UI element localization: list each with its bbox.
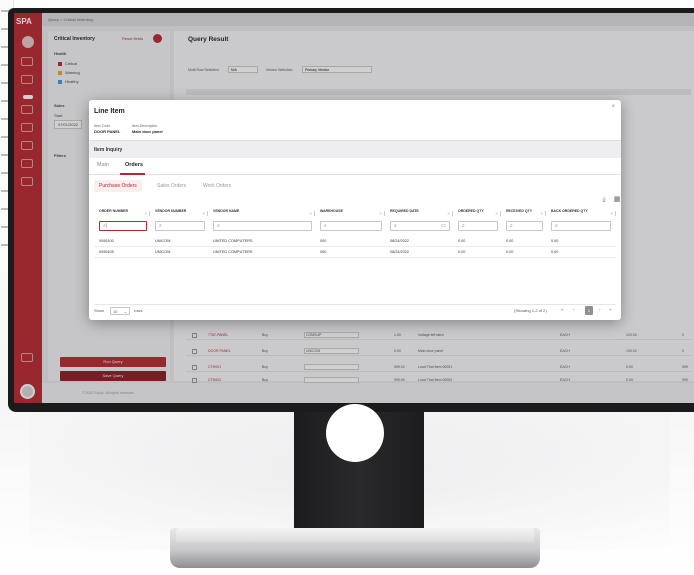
prev-page-icon[interactable]: ‹	[573, 307, 575, 312]
filter-icon[interactable]: ≡	[611, 211, 613, 216]
vendor-number: UNICOM	[155, 239, 171, 243]
back-ordered-qty-filter-input[interactable]: ⌕	[551, 221, 611, 231]
close-icon[interactable]: ×	[611, 104, 615, 110]
warehouse: 000	[320, 239, 327, 243]
columns-icon[interactable]: ▦	[612, 195, 622, 205]
filter-icon[interactable]: ≡	[380, 211, 382, 216]
stage: SPA Query > Critical Inventory Critical …	[0, 0, 694, 575]
received-qty: 0.00	[506, 250, 514, 254]
vendor-number: UNICOM	[155, 250, 171, 254]
ordered-qty: 0.00	[458, 239, 466, 243]
table-empty-area	[94, 258, 616, 305]
showing-summary: (Showing 1-2 of 2)	[514, 308, 547, 313]
required-date: 08/24/2022	[390, 239, 410, 243]
filter-icon[interactable]: ≡	[541, 211, 543, 216]
filter-icon[interactable]: ≡	[496, 211, 498, 216]
vendor-number-filter-input[interactable]: ⌕	[155, 221, 205, 231]
last-page-icon[interactable]: »	[609, 307, 612, 312]
order-number: 0095105	[99, 250, 114, 254]
table-row[interactable]: 0095105 UNICOM UNITED COMPUTERS 000 08/2…	[94, 247, 616, 258]
warehouse-filter-input[interactable]: ⌕	[320, 221, 382, 231]
tab-main[interactable]: Main	[97, 162, 109, 168]
order-number-filter-input[interactable]: ⌕|	[99, 221, 147, 231]
filter-icon[interactable]: ≡	[145, 211, 147, 216]
warehouse: 000	[320, 250, 327, 254]
item-inquiry-header: Item Inquiry	[89, 140, 621, 158]
back-ordered-qty: 0.00	[551, 239, 559, 243]
ordered-qty-filter-input[interactable]: ⌕	[458, 221, 498, 231]
back-ordered-qty: 0.00	[551, 250, 559, 254]
modal-title: Line Item	[94, 108, 125, 115]
item-code-label: Item Code	[94, 124, 111, 128]
order-number: 0095100	[99, 239, 114, 243]
calendar-icon[interactable]: ▭	[441, 222, 446, 230]
col-vendor-number[interactable]: VENDOR NUMBER ≡	[150, 209, 208, 219]
first-page-icon[interactable]: «	[561, 307, 564, 312]
filter-icon[interactable]: ≡	[310, 211, 312, 216]
vendor-name: UNITED COMPUTERS	[213, 250, 253, 254]
filter-icon[interactable]: ≡	[203, 211, 205, 216]
monitor-screen: SPA Query > Critical Inventory Critical …	[14, 13, 694, 403]
col-received-qty[interactable]: RECEIVED QTY ≡	[501, 209, 546, 219]
col-vendor-name[interactable]: VENDOR NAME ≡	[208, 209, 315, 219]
item-inquiry-label: Item Inquiry	[94, 147, 123, 153]
chevron-down-icon: ⌄	[123, 309, 127, 314]
item-code-value: DOOR PANEL	[94, 129, 121, 134]
active-tab-indicator	[120, 173, 145, 175]
received-qty-filter-input[interactable]: ⌕	[506, 221, 543, 231]
table-row[interactable]: 0095100 UNICOM UNITED COMPUTERS 000 08/2…	[94, 236, 616, 247]
col-back-ordered-qty[interactable]: BACK ORDERED QTY ≡	[546, 209, 616, 219]
item-description-value: Main door panel	[132, 129, 163, 134]
subtab-purchase-orders[interactable]: Purchase Orders	[94, 180, 142, 192]
line-item-modal: × Line Item Item Code DOOR PANEL Item De…	[89, 100, 621, 320]
show-label: Show	[94, 308, 105, 313]
subtab-sales-orders[interactable]: Sales Orders	[157, 180, 186, 192]
required-date-filter-input[interactable]: ⌕ ▭	[390, 221, 450, 231]
vendor-name: UNITED COMPUTERS	[213, 239, 253, 243]
page-size-select[interactable]: 10 ⌄	[110, 307, 130, 315]
pagination-bar: Show 10 ⌄ rows (Showing 1-2 of 2) « ‹ 1 ›…	[94, 306, 616, 317]
received-qty: 0.00	[506, 239, 514, 243]
current-page-button[interactable]: 1	[585, 306, 593, 315]
col-order-number[interactable]: ORDER NUMBER ≡	[94, 209, 150, 219]
col-ordered-qty[interactable]: ORDERED QTY ≡	[453, 209, 501, 219]
ordered-qty: 0.00	[458, 250, 466, 254]
required-date: 08/24/2022	[390, 250, 410, 254]
order-type-subtabs: Purchase Orders Sales Orders Work Orders	[94, 179, 244, 193]
export-icon[interactable]: ⤓	[599, 195, 609, 205]
next-page-icon[interactable]: ›	[599, 307, 601, 312]
filter-icon[interactable]: ≡	[448, 211, 450, 216]
subtab-work-orders[interactable]: Work Orders	[203, 180, 231, 192]
monitor-stand-cable-hole	[326, 404, 384, 462]
modal-tabs: Main Orders	[89, 158, 621, 175]
col-warehouse[interactable]: WAREHOUSE ≡	[315, 209, 385, 219]
item-description-label: Item Description	[132, 124, 158, 128]
rows-label: rows	[134, 308, 143, 313]
col-required-date[interactable]: REQUIRED DATE ≡	[385, 209, 453, 219]
monitor-stand-base-top	[176, 528, 534, 542]
tab-orders[interactable]: Orders	[125, 162, 143, 168]
vendor-name-filter-input[interactable]: ⌕	[213, 221, 312, 231]
